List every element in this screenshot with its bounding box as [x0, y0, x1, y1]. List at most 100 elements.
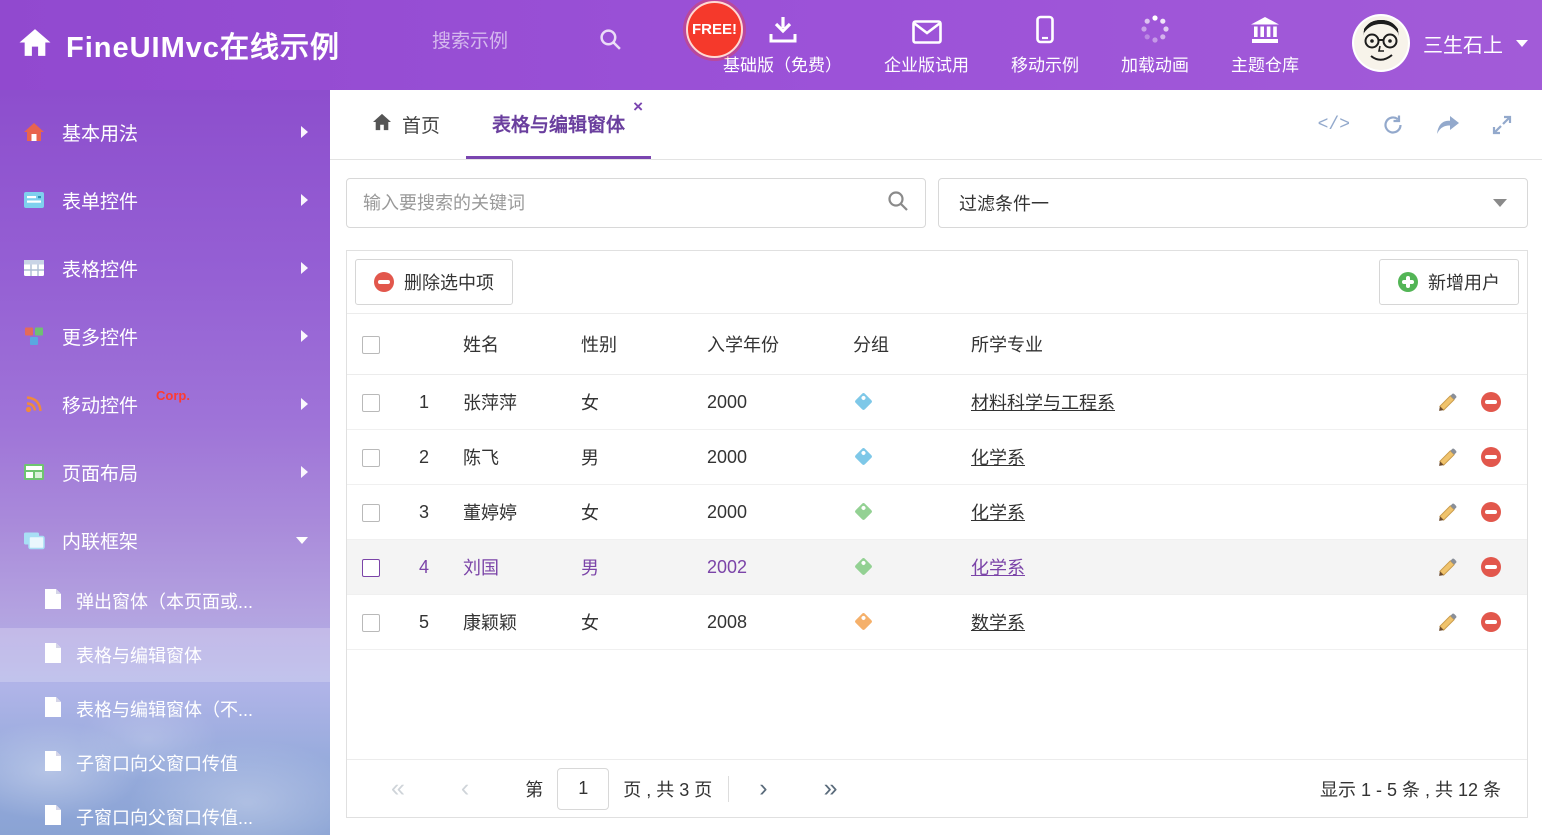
code-icon[interactable]: </>	[1318, 115, 1350, 135]
sidebar-item-mobile-controls[interactable]: 移动控件 Corp.	[0, 370, 330, 438]
sidebar-subitem-label: 子窗口向父窗口传值...	[76, 804, 253, 830]
chevron-right-icon	[301, 330, 308, 342]
cell-gender: 男	[571, 430, 697, 485]
users-table: 姓名 性别 入学年份 分组 所学专业 1 张萍萍	[347, 314, 1527, 650]
col-header-number	[395, 314, 453, 375]
cell-gender: 女	[571, 375, 697, 430]
nav-item-enterprise-trial[interactable]: 企业版试用	[863, 12, 990, 76]
sidebar-subitem-child-to-parent[interactable]: 子窗口向父窗口传值	[0, 736, 330, 790]
edit-pencil-icon[interactable]	[1437, 502, 1458, 523]
delete-selected-button[interactable]: 删除选中项	[355, 259, 513, 305]
select-all-checkbox[interactable]	[362, 336, 380, 354]
frame-icon	[22, 530, 46, 550]
major-link[interactable]: 化学系	[971, 448, 1025, 468]
close-icon[interactable]: ×	[633, 98, 643, 115]
cell-name: 康颖颖	[453, 595, 571, 650]
cell-name: 陈飞	[453, 430, 571, 485]
form-icon	[22, 190, 46, 210]
brand[interactable]: FineUIMvc在线示例	[18, 0, 340, 90]
row-checkbox[interactable]	[362, 614, 380, 632]
expand-icon[interactable]	[1492, 115, 1512, 135]
edit-pencil-icon[interactable]	[1437, 392, 1458, 413]
table-header-row: 姓名 性别 入学年份 分组 所学专业	[347, 314, 1527, 375]
sidebar-item-iframe[interactable]: 内联框架	[0, 506, 330, 574]
nav-item-theme-store[interactable]: 主题仓库	[1210, 12, 1320, 76]
col-header-name: 姓名	[453, 314, 571, 375]
delete-row-button[interactable]	[1481, 447, 1501, 467]
file-icon	[44, 750, 62, 777]
next-page-button[interactable]: ›	[759, 776, 767, 801]
minus-circle-icon	[374, 272, 394, 292]
chevron-right-icon	[301, 194, 308, 206]
home-icon	[372, 113, 392, 137]
row-checkbox[interactable]	[362, 504, 380, 522]
sidebar-subitem-label: 子窗口向父窗口传值	[76, 750, 238, 776]
edit-pencil-icon[interactable]	[1437, 557, 1458, 578]
free-badge: FREE!	[686, 1, 743, 58]
sidebar-item-label: 页面布局	[62, 459, 138, 486]
layout-icon	[22, 462, 46, 482]
chevron-right-icon	[301, 398, 308, 410]
bank-icon	[1250, 12, 1280, 44]
delete-row-button[interactable]	[1481, 502, 1501, 522]
sidebar-subitem-popup-window[interactable]: 弹出窗体（本页面或...	[0, 574, 330, 628]
pagination-bar: « ‹ 第 页 , 共 3 页 › » 显示 1 - 5 条 , 共 12 条	[347, 759, 1527, 817]
sidebar-item-more-controls[interactable]: 更多控件	[0, 302, 330, 370]
first-page-button[interactable]: «	[391, 776, 405, 801]
sidebar-subitem-child-to-parent-2[interactable]: 子窗口向父窗口传值...	[0, 790, 330, 835]
add-user-button[interactable]: 新增用户	[1379, 259, 1519, 305]
table-icon	[22, 258, 46, 278]
content-area: 过滤条件一 删除选中项 新增用户	[330, 160, 1542, 818]
filter-dropdown[interactable]: 过滤条件一	[938, 178, 1528, 228]
search-icon[interactable]	[599, 28, 622, 56]
major-link[interactable]: 数学系	[971, 613, 1025, 633]
share-icon[interactable]	[1436, 115, 1460, 135]
refresh-icon[interactable]	[1382, 115, 1404, 135]
tab-grid-edit-window[interactable]: 表格与编辑窗体 ×	[466, 90, 651, 159]
mobile-icon	[1036, 12, 1054, 44]
edit-pencil-icon[interactable]	[1437, 612, 1458, 633]
delete-row-button[interactable]	[1481, 557, 1501, 577]
sidebar-item-grid-controls[interactable]: 表格控件	[0, 234, 330, 302]
user-name: 三生石上	[1423, 29, 1503, 58]
nav-label: 企业版试用	[884, 51, 969, 76]
tab-home[interactable]: 首页	[346, 90, 466, 159]
last-page-button[interactable]: »	[824, 776, 838, 801]
major-link[interactable]: 化学系	[971, 558, 1025, 578]
user-menu[interactable]: 三生石上	[1352, 14, 1528, 72]
cell-year: 2000	[697, 430, 843, 485]
edit-pencil-icon[interactable]	[1437, 447, 1458, 468]
sidebar-item-form-controls[interactable]: 表单控件	[0, 166, 330, 234]
row-checkbox[interactable]	[362, 559, 380, 577]
delete-selected-label: 删除选中项	[404, 269, 494, 295]
sidebar-item-page-layout[interactable]: 页面布局	[0, 438, 330, 506]
tag-icon	[854, 447, 872, 465]
nav-item-loading-animation[interactable]: 加载动画	[1100, 12, 1210, 76]
download-icon	[768, 12, 798, 44]
tag-icon	[854, 557, 872, 575]
sidebar-subitem-grid-edit-window-2[interactable]: 表格与编辑窗体（不...	[0, 682, 330, 736]
row-number: 3	[395, 485, 453, 540]
sidebar-subitem-grid-edit-window[interactable]: 表格与编辑窗体	[0, 628, 330, 682]
keyword-search-input[interactable]	[363, 193, 877, 214]
delete-row-button[interactable]	[1481, 612, 1501, 632]
page-number-input[interactable]	[557, 768, 609, 810]
nav-label: 基础版（免费）	[723, 51, 842, 76]
row-checkbox[interactable]	[362, 449, 380, 467]
row-number: 5	[395, 595, 453, 650]
nav-item-mobile-demo[interactable]: 移动示例	[990, 12, 1100, 76]
page-suffix-label: 页 , 共 3 页	[623, 776, 712, 802]
search-icon[interactable]	[887, 190, 909, 217]
signal-icon	[22, 394, 46, 414]
major-link[interactable]: 化学系	[971, 503, 1025, 523]
sidebar-item-label: 表单控件	[62, 187, 138, 214]
row-checkbox[interactable]	[362, 394, 380, 412]
sidebar-item-basic-usage[interactable]: 基本用法	[0, 98, 330, 166]
col-header-major: 所学专业	[961, 314, 1411, 375]
major-link[interactable]: 材料科学与工程系	[971, 393, 1115, 413]
top-search-input[interactable]	[432, 31, 577, 53]
delete-row-button[interactable]	[1481, 392, 1501, 412]
top-search	[432, 28, 622, 56]
col-header-actions	[1411, 314, 1527, 375]
prev-page-button[interactable]: ‹	[461, 776, 469, 801]
